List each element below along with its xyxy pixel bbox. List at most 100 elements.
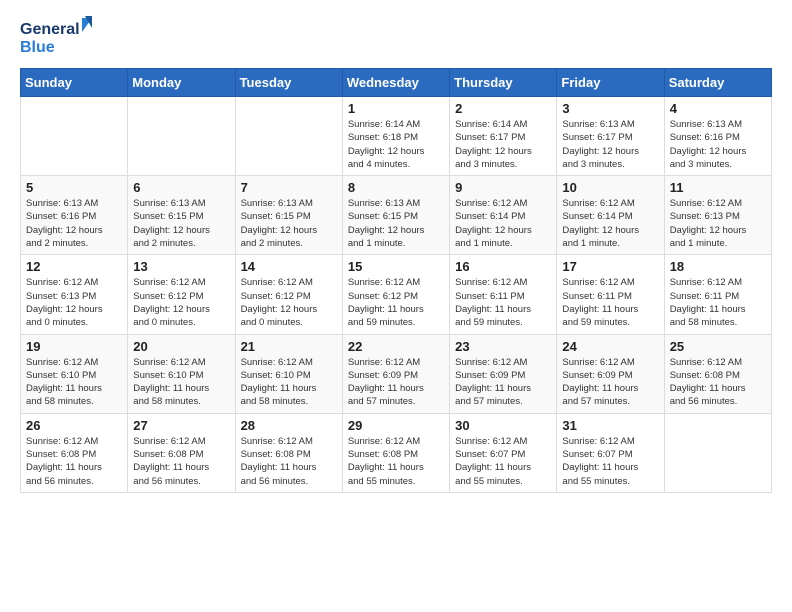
day-info: Sunrise: 6:12 AM Sunset: 6:11 PM Dayligh… [670,276,766,329]
day-cell [21,97,128,176]
day-cell: 23 Sunrise: 6:12 AM Sunset: 6:09 PM Dayli… [450,334,557,413]
day-number: 31 [562,418,658,433]
day-info: Sunrise: 6:13 AM Sunset: 6:16 PM Dayligh… [670,118,766,171]
day-number: 27 [133,418,229,433]
day-cell: 16 Sunrise: 6:12 AM Sunset: 6:11 PM Dayli… [450,255,557,334]
svg-text:General: General [20,21,80,38]
day-number: 5 [26,180,122,195]
day-cell: 3Sunrise: 6:13 AM Sunset: 6:17 PM Daylig… [557,97,664,176]
day-info: Sunrise: 6:12 AM Sunset: 6:12 PM Dayligh… [241,276,337,329]
column-header-monday: Monday [128,69,235,97]
day-info: Sunrise: 6:12 AM Sunset: 6:09 PM Dayligh… [455,356,551,409]
day-info: Sunrise: 6:12 AM Sunset: 6:14 PM Dayligh… [455,197,551,250]
day-number: 29 [348,418,444,433]
day-cell: 9 Sunrise: 6:12 AM Sunset: 6:14 PM Daylig… [450,176,557,255]
day-cell: 27 Sunrise: 6:12 AM Sunset: 6:08 PM Dayli… [128,413,235,492]
day-cell: 29Sunrise: 6:12 AM Sunset: 6:08 PM Dayli… [342,413,449,492]
day-cell: 12Sunrise: 6:12 AM Sunset: 6:13 PM Dayli… [21,255,128,334]
day-cell: 26 Sunrise: 6:12 AM Sunset: 6:08 PM Dayli… [21,413,128,492]
column-header-friday: Friday [557,69,664,97]
day-number: 30 [455,418,551,433]
day-number: 17 [562,259,658,274]
day-cell: 10Sunrise: 6:12 AM Sunset: 6:14 PM Dayli… [557,176,664,255]
day-number: 2 [455,101,551,116]
day-cell: 11 Sunrise: 6:12 AM Sunset: 6:13 PM Dayli… [664,176,771,255]
day-cell: 30 Sunrise: 6:12 AM Sunset: 6:07 PM Dayli… [450,413,557,492]
day-number: 26 [26,418,122,433]
day-number: 1 [348,101,444,116]
day-cell: 5 Sunrise: 6:13 AM Sunset: 6:16 PM Daylig… [21,176,128,255]
day-number: 25 [670,339,766,354]
day-number: 11 [670,180,766,195]
day-info: Sunrise: 6:12 AM Sunset: 6:12 PM Dayligh… [133,276,229,329]
day-info: Sunrise: 6:12 AM Sunset: 6:14 PM Dayligh… [562,197,658,250]
day-number: 23 [455,339,551,354]
day-cell: 22 Sunrise: 6:12 AM Sunset: 6:09 PM Dayli… [342,334,449,413]
day-cell: 6Sunrise: 6:13 AM Sunset: 6:15 PM Daylig… [128,176,235,255]
day-cell [235,97,342,176]
day-cell: 25 Sunrise: 6:12 AM Sunset: 6:08 PM Dayli… [664,334,771,413]
day-info: Sunrise: 6:14 AM Sunset: 6:18 PM Dayligh… [348,118,444,171]
day-number: 7 [241,180,337,195]
column-header-saturday: Saturday [664,69,771,97]
day-number: 22 [348,339,444,354]
day-number: 19 [26,339,122,354]
day-number: 18 [670,259,766,274]
day-cell: 13 Sunrise: 6:12 AM Sunset: 6:12 PM Dayli… [128,255,235,334]
week-row-1: 1 Sunrise: 6:14 AM Sunset: 6:18 PM Daylig… [21,97,772,176]
day-number: 6 [133,180,229,195]
day-cell: 20 Sunrise: 6:12 AM Sunset: 6:10 PM Dayli… [128,334,235,413]
day-cell: 15 Sunrise: 6:12 AM Sunset: 6:12 PM Dayli… [342,255,449,334]
day-info: Sunrise: 6:13 AM Sunset: 6:15 PM Dayligh… [348,197,444,250]
day-cell: 31Sunrise: 6:12 AM Sunset: 6:07 PM Dayli… [557,413,664,492]
day-number: 21 [241,339,337,354]
day-number: 20 [133,339,229,354]
day-info: Sunrise: 6:12 AM Sunset: 6:13 PM Dayligh… [670,197,766,250]
logo-svg: GeneralBlue [20,16,100,56]
day-number: 3 [562,101,658,116]
day-info: Sunrise: 6:12 AM Sunset: 6:08 PM Dayligh… [26,435,122,488]
column-header-thursday: Thursday [450,69,557,97]
day-number: 9 [455,180,551,195]
day-info: Sunrise: 6:12 AM Sunset: 6:13 PM Dayligh… [26,276,122,329]
day-cell: 1 Sunrise: 6:14 AM Sunset: 6:18 PM Daylig… [342,97,449,176]
logo: GeneralBlue [20,16,100,56]
week-row-2: 5 Sunrise: 6:13 AM Sunset: 6:16 PM Daylig… [21,176,772,255]
calendar-container: GeneralBlue SundayMondayTuesdayWednesday… [0,0,792,612]
day-cell: 2Sunrise: 6:14 AM Sunset: 6:17 PM Daylig… [450,97,557,176]
day-cell: 18 Sunrise: 6:12 AM Sunset: 6:11 PM Dayli… [664,255,771,334]
day-number: 8 [348,180,444,195]
week-row-5: 26 Sunrise: 6:12 AM Sunset: 6:08 PM Dayli… [21,413,772,492]
day-number: 15 [348,259,444,274]
day-info: Sunrise: 6:12 AM Sunset: 6:08 PM Dayligh… [241,435,337,488]
day-cell: 8 Sunrise: 6:13 AM Sunset: 6:15 PM Daylig… [342,176,449,255]
header: GeneralBlue [20,16,772,56]
week-row-4: 19 Sunrise: 6:12 AM Sunset: 6:10 PM Dayli… [21,334,772,413]
day-number: 4 [670,101,766,116]
header-row: SundayMondayTuesdayWednesdayThursdayFrid… [21,69,772,97]
svg-text:Blue: Blue [20,39,55,56]
day-cell [664,413,771,492]
day-info: Sunrise: 6:13 AM Sunset: 6:15 PM Dayligh… [241,197,337,250]
day-number: 16 [455,259,551,274]
column-header-sunday: Sunday [21,69,128,97]
day-cell: 24Sunrise: 6:12 AM Sunset: 6:09 PM Dayli… [557,334,664,413]
column-header-wednesday: Wednesday [342,69,449,97]
day-info: Sunrise: 6:12 AM Sunset: 6:10 PM Dayligh… [26,356,122,409]
day-info: Sunrise: 6:12 AM Sunset: 6:07 PM Dayligh… [455,435,551,488]
day-info: Sunrise: 6:12 AM Sunset: 6:11 PM Dayligh… [455,276,551,329]
day-number: 14 [241,259,337,274]
day-info: Sunrise: 6:12 AM Sunset: 6:08 PM Dayligh… [133,435,229,488]
day-number: 13 [133,259,229,274]
day-number: 28 [241,418,337,433]
day-info: Sunrise: 6:12 AM Sunset: 6:10 PM Dayligh… [133,356,229,409]
day-info: Sunrise: 6:12 AM Sunset: 6:09 PM Dayligh… [562,356,658,409]
day-info: Sunrise: 6:12 AM Sunset: 6:08 PM Dayligh… [670,356,766,409]
day-cell [128,97,235,176]
day-cell: 21Sunrise: 6:12 AM Sunset: 6:10 PM Dayli… [235,334,342,413]
day-info: Sunrise: 6:12 AM Sunset: 6:12 PM Dayligh… [348,276,444,329]
day-info: Sunrise: 6:12 AM Sunset: 6:09 PM Dayligh… [348,356,444,409]
day-info: Sunrise: 6:13 AM Sunset: 6:16 PM Dayligh… [26,197,122,250]
day-cell: 4 Sunrise: 6:13 AM Sunset: 6:16 PM Daylig… [664,97,771,176]
day-cell: 19 Sunrise: 6:12 AM Sunset: 6:10 PM Dayli… [21,334,128,413]
